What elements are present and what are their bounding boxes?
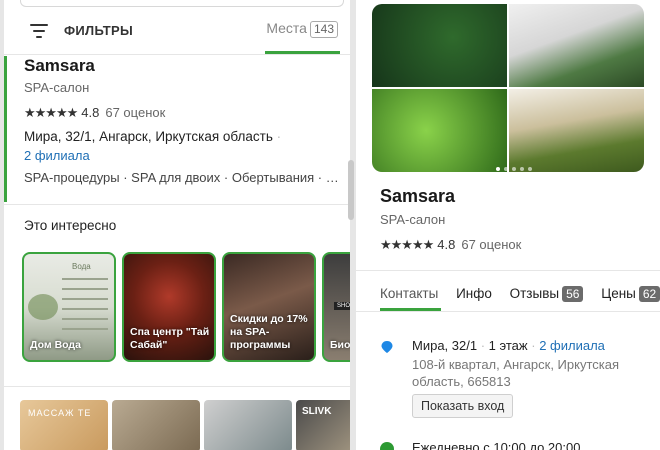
photo-thumb[interactable]: SLIVK bbox=[296, 400, 350, 450]
filters-bar: ФИЛЬТРЫ Места 143 bbox=[4, 8, 350, 55]
leaf-image bbox=[28, 294, 58, 320]
tab-contacts[interactable]: Контакты bbox=[380, 286, 438, 301]
shop-tag: SHOP bbox=[334, 302, 350, 310]
card-category: SPA-салон bbox=[24, 80, 90, 95]
divider bbox=[356, 311, 660, 312]
floor-info: 1 этаж bbox=[488, 338, 528, 353]
tab-badge: 62 bbox=[638, 286, 660, 302]
card-branches-link[interactable]: 2 филиала bbox=[24, 148, 90, 163]
thumb-caption: МАССАЖ ТЕ bbox=[28, 408, 92, 418]
search-results-panel: ФИЛЬТРЫ Места 143 Samsara SPA-салон ★★★★★… bbox=[4, 0, 350, 450]
interest-card-dom-voda[interactable]: Вода Дом Вода bbox=[22, 252, 116, 362]
reviews-count: 67 оценок bbox=[461, 237, 522, 252]
interest-card-tai-sabai[interactable]: Спа центр "Тай Сабай" bbox=[122, 252, 216, 362]
details-tabs: Контакты Инфо Отзывы 56 Цены 62 bbox=[380, 286, 660, 302]
tab-prices[interactable]: Цены 62 bbox=[601, 286, 660, 302]
clock-icon bbox=[380, 442, 394, 450]
gallery-pagination bbox=[496, 158, 536, 172]
interest-card-label: Спа центр "Тай Сабай" bbox=[130, 326, 210, 351]
tab-places[interactable]: Места 143 bbox=[266, 20, 338, 38]
place-category: SPA-салон bbox=[380, 212, 446, 227]
show-entrance-button[interactable]: Показать вход bbox=[412, 394, 514, 418]
interest-card-label: Дом Вода bbox=[30, 339, 81, 351]
tab-label: Цены bbox=[601, 286, 636, 301]
tab-badge: 56 bbox=[562, 286, 584, 302]
place-rating[interactable]: ★★★★★ 4.8 67 оценок bbox=[380, 237, 521, 253]
filter-icon[interactable] bbox=[30, 24, 48, 38]
interest-card-discount[interactable]: Скидки до 17% на SPA-программы bbox=[222, 252, 316, 362]
divider bbox=[4, 386, 350, 387]
thumb-caption: SLIVK bbox=[302, 406, 332, 417]
card-title[interactable]: Samsara bbox=[24, 56, 95, 76]
address-details: 108-й квартал, Ангарск, Иркутская област… bbox=[412, 357, 619, 389]
working-hours: Ежедневно с 10:00 до 20:00 bbox=[412, 440, 581, 450]
photo-gallery[interactable] bbox=[372, 4, 644, 172]
card-tags: SPA-процедуры · SPA для двоих · Обертыва… bbox=[24, 170, 340, 185]
interest-card-label: Скидки до 17% на SPA-программы bbox=[230, 313, 308, 351]
rating-stars-icon: ★★★★★ bbox=[24, 105, 78, 120]
interest-carousel: Вода Дом Вода Спа центр "Тай Сабай" Скид… bbox=[22, 252, 350, 364]
photo-thumb[interactable] bbox=[112, 400, 200, 450]
address-dot: · bbox=[480, 338, 486, 353]
card-address-text: Мира, 32/1, Ангарск, Иркутская область bbox=[24, 129, 273, 144]
photo-thumb[interactable]: МАССАЖ ТЕ bbox=[20, 400, 108, 450]
reviews-count: 67 оценок bbox=[105, 105, 166, 120]
tab-label: Отзывы bbox=[509, 286, 560, 301]
interest-card-header: Вода bbox=[72, 262, 91, 271]
places-label: Места bbox=[266, 20, 307, 36]
tab-info[interactable]: Инфо bbox=[456, 286, 492, 301]
price-list-lines bbox=[62, 278, 108, 338]
place-details-panel: Samsara SPA-салон ★★★★★ 4.8 67 оценок Конт… bbox=[356, 0, 660, 450]
gallery-photo[interactable] bbox=[372, 4, 507, 87]
tab-reviews[interactable]: Отзывы 56 bbox=[510, 286, 584, 302]
interest-card-label: Биоп тали bbox=[330, 339, 350, 351]
search-box-edge[interactable] bbox=[20, 0, 344, 7]
gallery-photo[interactable] bbox=[372, 89, 507, 172]
tab-label: Инфо bbox=[456, 286, 492, 301]
filters-button[interactable]: ФИЛЬТРЫ bbox=[64, 23, 133, 38]
scrollbar-thumb[interactable] bbox=[348, 160, 354, 220]
tab-label: Контакты bbox=[380, 286, 439, 301]
rating-value: 4.8 bbox=[81, 105, 100, 120]
street-address: Мира, 32/1 bbox=[412, 338, 478, 353]
divider bbox=[4, 204, 350, 205]
card-address: Мира, 32/1, Ангарск, Иркутская область · bbox=[24, 129, 281, 144]
address-line: Мира, 32/1 · 1 этаж · 2 филиала bbox=[412, 338, 605, 353]
location-pin-icon bbox=[381, 341, 393, 353]
card-rating: ★★★★★ 4.8 67 оценок bbox=[24, 105, 165, 121]
place-title: Samsara bbox=[380, 186, 456, 206]
result-card-samsara[interactable]: Samsara SPA-салон ★★★★★ 4.8 67 оценок Мира… bbox=[4, 54, 350, 204]
card-address-dot: · bbox=[276, 129, 282, 144]
gallery-photo[interactable] bbox=[509, 4, 644, 87]
branches-link[interactable]: 2 филиала bbox=[539, 338, 605, 353]
divider bbox=[356, 270, 660, 271]
address-dot: · bbox=[531, 338, 536, 353]
rating-value: 4.8 bbox=[437, 237, 456, 252]
interest-heading: Это интересно bbox=[24, 218, 117, 233]
photo-thumb[interactable] bbox=[204, 400, 292, 450]
interest-card-bio[interactable]: SHOP Биоп тали bbox=[322, 252, 350, 362]
places-count-badge: 143 bbox=[309, 21, 338, 38]
rating-stars-icon: ★★★★★ bbox=[380, 237, 434, 252]
selected-indicator bbox=[4, 56, 7, 202]
